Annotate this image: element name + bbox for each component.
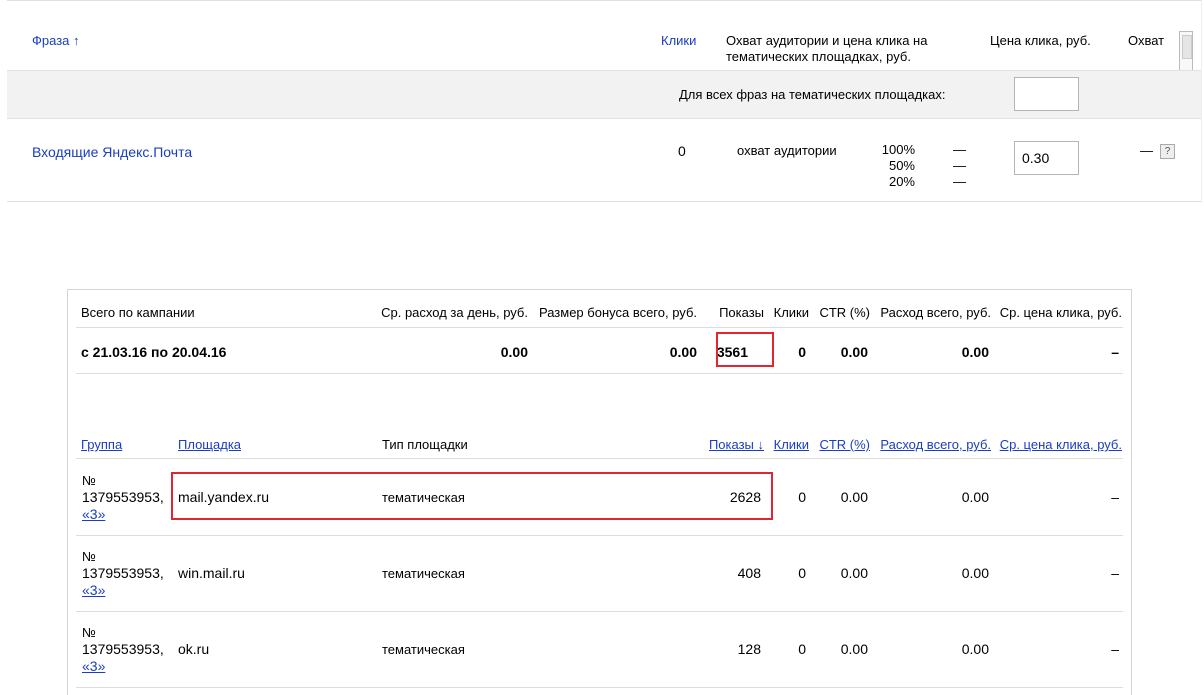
phrase-bids-panel: Фраза ↑ Клики Охват аудитории и цена кли… [7, 0, 1202, 202]
clicks-column-sort[interactable]: Клики [768, 437, 809, 453]
reach-level-50: 50% [888, 158, 915, 173]
site-spend: 0.00 [961, 565, 989, 581]
shows-highlight-box [716, 332, 774, 367]
site-ctr: 0.00 [840, 641, 868, 657]
reach-level-20: 20% [888, 174, 915, 189]
group-number-sign: № [82, 549, 96, 564]
site-spend: 0.00 [961, 489, 989, 505]
avg-cpc-column-sort[interactable]: Ср. цена клика, руб. [993, 437, 1122, 453]
group-id: 1379553953, [82, 489, 164, 505]
reach-column-header: Охват аудитории и цена клика на тематиче… [726, 33, 927, 65]
site-name: win.mail.ru [178, 565, 245, 581]
spend-column-sort[interactable]: Расход всего, руб. [868, 437, 991, 453]
divider [76, 535, 1123, 536]
site-shows: 128 [737, 641, 761, 657]
spend-header: Расход всего, руб. [880, 305, 991, 320]
site-avg-cpc: – [1111, 565, 1119, 581]
avg-daily-value: 0.00 [500, 344, 528, 360]
group-number-sign: № [82, 625, 96, 640]
phrase-link[interactable]: Входящие Яндекс.Почта [32, 144, 192, 160]
site-clicks: 0 [798, 565, 806, 581]
bonus-value: 0.00 [669, 344, 697, 360]
coverage-column-header: Охват [1128, 33, 1165, 48]
group-link[interactable]: «3» [82, 658, 105, 674]
reach-value-20: — [953, 174, 966, 189]
reach-header-line2: тематических площадках, руб. [726, 49, 911, 64]
clicks-header: Клики [773, 305, 809, 320]
campaign-stats-panel: Всего по кампании Ср. расход за день, ру… [67, 289, 1132, 695]
site-ctr: 0.00 [840, 565, 868, 581]
group-id: 1379553953, [82, 641, 164, 657]
site-ctr: 0.00 [840, 489, 868, 505]
all-phrases-label: Для всех фраз на тематических площадках: [679, 87, 946, 102]
divider [76, 611, 1123, 612]
avg-cpc-header: Ср. цена клика, руб. [999, 305, 1122, 320]
phrase-column-sort[interactable]: Фраза ↑ [32, 33, 80, 48]
coverage-value: — [1140, 143, 1153, 158]
shows-header: Показы [719, 305, 764, 320]
reach-label: охват аудитории [737, 143, 837, 158]
group-link[interactable]: «3» [82, 506, 105, 522]
shows-column-sort[interactable]: Показы ↓ [688, 437, 764, 453]
group-link[interactable]: «3» [82, 582, 105, 598]
site-highlight-box [171, 472, 773, 520]
site-name: ok.ru [178, 641, 210, 657]
divider [76, 327, 1123, 328]
group-id: 1379553953, [82, 565, 164, 581]
ctr-column-sort[interactable]: CTR (%) [813, 437, 870, 453]
horizontal-scrollbar[interactable] [1179, 31, 1193, 73]
total-spend-value: 0.00 [961, 344, 989, 360]
scrollbar-thumb[interactable] [1182, 35, 1192, 59]
group-number-sign: № [82, 473, 96, 488]
divider [76, 687, 1123, 688]
bonus-header: Размер бонуса всего, руб. [538, 305, 697, 320]
site-spend: 0.00 [961, 641, 989, 657]
help-icon[interactable]: ? [1160, 144, 1175, 159]
reach-level-100: 100% [881, 142, 915, 157]
site-avg-cpc: – [1111, 489, 1119, 505]
site-column-sort[interactable]: Площадка [178, 437, 241, 453]
site-type-header: Тип площадки [382, 437, 468, 452]
group-column-sort[interactable]: Группа [81, 437, 122, 453]
site-clicks: 0 [798, 641, 806, 657]
divider [76, 373, 1123, 374]
site-type: тематическая [382, 642, 465, 657]
all-phrases-price-input[interactable] [1014, 77, 1079, 111]
site-type: тематическая [382, 566, 465, 581]
all-phrases-row: Для всех фраз на тематических площадках: [7, 70, 1201, 119]
site-clicks: 0 [798, 489, 806, 505]
total-ctr-value: 0.00 [840, 344, 868, 360]
clicks-column-header[interactable]: Клики [661, 33, 696, 48]
avg-daily-header: Ср. расход за день, руб. [381, 305, 528, 320]
ctr-header: CTR (%) [819, 305, 870, 320]
site-shows: 408 [737, 565, 761, 581]
reach-value-50: — [953, 158, 966, 173]
period-value: с 21.03.16 по 20.04.16 [81, 344, 227, 360]
phrase-price-input[interactable]: 0.30 [1014, 141, 1079, 175]
price-column-header: Цена клика, руб. [990, 33, 1091, 48]
site-avg-cpc: – [1111, 641, 1119, 657]
total-avg-cpc-value: – [1111, 344, 1119, 360]
reach-header-line1: Охват аудитории и цена клика на [726, 33, 928, 48]
total-campaign-header: Всего по кампании [81, 305, 195, 320]
reach-value-100: — [953, 142, 966, 157]
phrase-clicks: 0 [678, 143, 686, 159]
divider [76, 458, 1123, 459]
